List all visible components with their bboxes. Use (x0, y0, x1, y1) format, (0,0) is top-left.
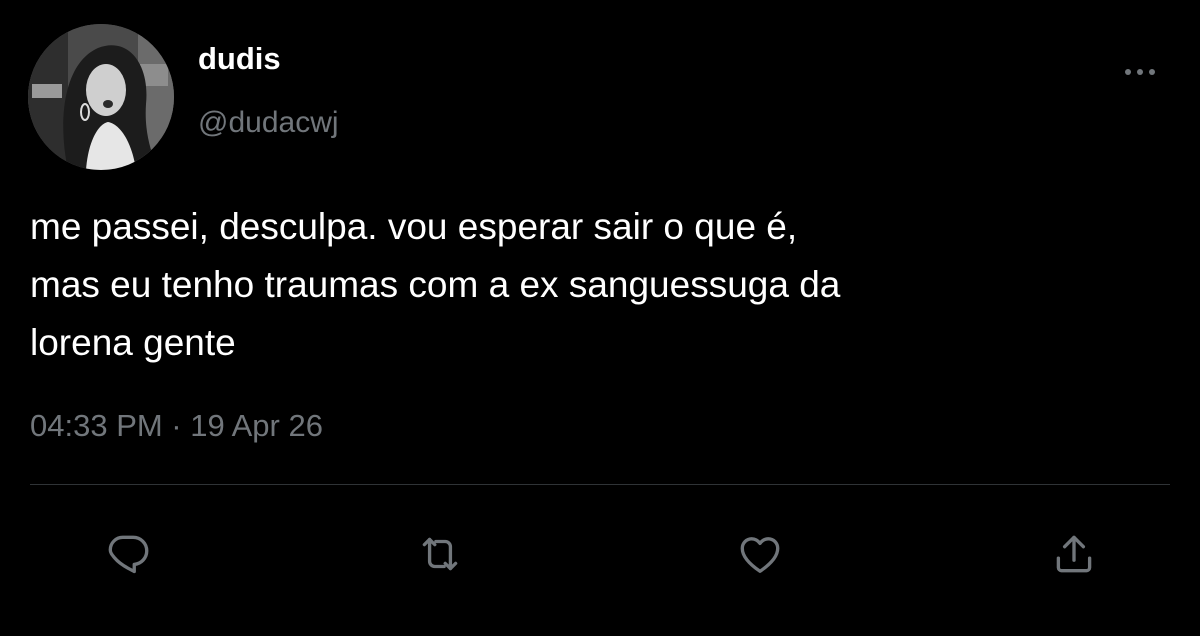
user-handle[interactable]: @dudacwj (198, 104, 339, 142)
reply-icon (108, 535, 149, 574)
more-options-button[interactable] (1118, 60, 1162, 84)
retweet-button[interactable] (412, 526, 468, 582)
reply-button[interactable] (100, 526, 156, 582)
share-button[interactable] (1046, 526, 1102, 582)
avatar-image (28, 24, 174, 170)
like-button[interactable] (732, 526, 788, 582)
divider (30, 484, 1170, 485)
tweet-timestamp[interactable]: 04:33 PM · 19 Apr 26 (30, 404, 323, 448)
tweet-card: dudis @dudacwj me passei, desculpa. vou … (0, 0, 1200, 636)
share-icon (1056, 535, 1092, 573)
avatar[interactable] (28, 24, 174, 170)
more-horizontal-icon (1125, 69, 1131, 75)
heart-icon (740, 537, 780, 573)
retweet-icon (422, 537, 458, 571)
tweet-text: me passei, desculpa. vou esperar sair o … (30, 206, 841, 363)
display-name[interactable]: dudis (198, 40, 281, 78)
